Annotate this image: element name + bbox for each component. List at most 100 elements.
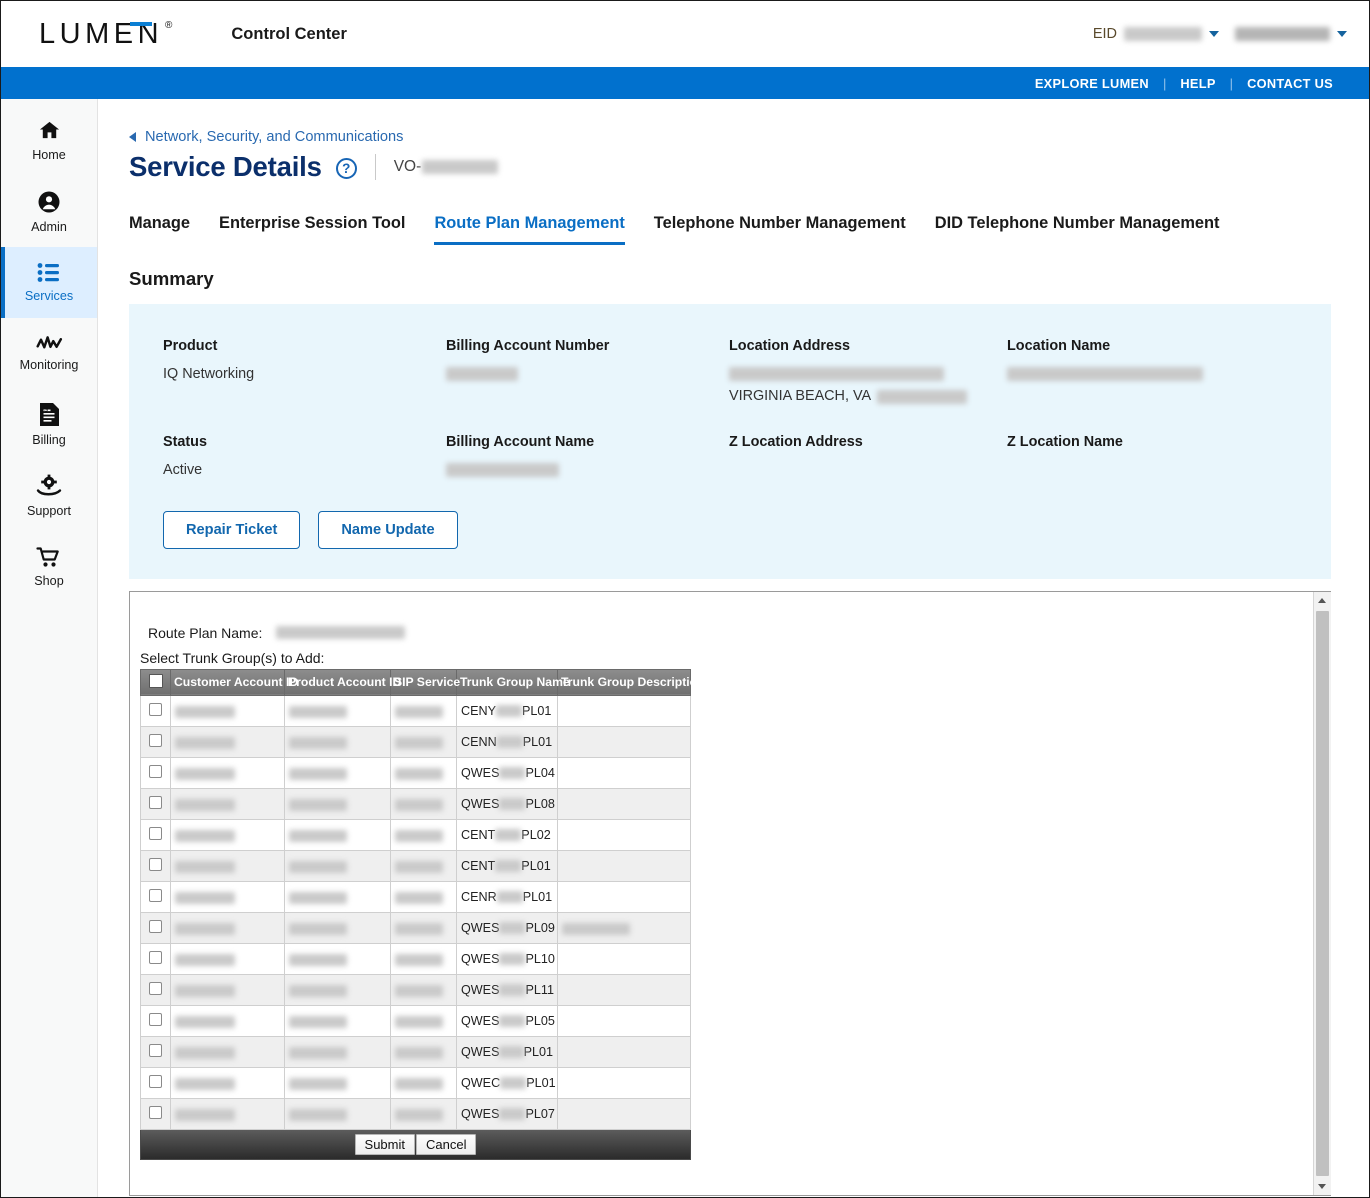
- row-checkbox[interactable]: [149, 1105, 162, 1119]
- row-checkbox[interactable]: [149, 857, 162, 871]
- frame-scrollbar[interactable]: [1313, 591, 1331, 1195]
- nav-explore-lumen[interactable]: EXPLORE LUMEN: [1021, 76, 1163, 91]
- row-checkbox-cell[interactable]: [140, 849, 171, 882]
- table-row[interactable]: 78768241 LNXB8481 838867G2 QWEC1146PL01: [140, 1066, 691, 1099]
- row-checkbox[interactable]: [149, 795, 162, 809]
- field-label: Z Location Address: [729, 433, 863, 450]
- table-row[interactable]: 78768241 NQXH5388 838867G2 QWES1146PL09 colu…: [140, 911, 691, 944]
- top-header: LUMEN ® Control Center EID 1111762722 th…: [1, 1, 1369, 67]
- row-checkbox-cell[interactable]: [140, 973, 171, 1006]
- table-row[interactable]: 78768241 NQXH5382 838867G2 QWES1146PL04: [140, 756, 691, 789]
- row-checkbox[interactable]: [149, 1074, 162, 1088]
- row-checkbox[interactable]: [149, 1012, 162, 1026]
- sidebar-item-monitoring[interactable]: Monitoring: [1, 318, 97, 389]
- cell-customer-account-id: 78768241: [170, 942, 285, 975]
- scroll-down-button[interactable]: [1313, 1177, 1331, 1195]
- question-mark-icon[interactable]: ?: [335, 158, 357, 179]
- cell-sip-service: 838867G2: [390, 1097, 457, 1130]
- cell-product-account-id: NQXH5387: [284, 942, 391, 975]
- row-checkbox-cell[interactable]: [140, 787, 171, 820]
- row-checkbox-cell[interactable]: [140, 1097, 171, 1130]
- nav-contact-us[interactable]: CONTACT US: [1233, 76, 1347, 91]
- column-header-trunk-group-description[interactable]: Trunk Group Description: [557, 668, 705, 696]
- row-checkbox[interactable]: [149, 826, 162, 840]
- cell-customer-account-id-value: 78768241: [175, 798, 235, 811]
- cell-sip-service: 838867G2: [390, 787, 457, 820]
- submit-button[interactable]: Submit: [354, 1133, 415, 1155]
- select-all-checkbox[interactable]: [148, 673, 163, 688]
- row-checkbox[interactable]: [149, 733, 162, 747]
- route-plan-name-value: TRTE_QVHDWNUPL01: [276, 626, 406, 640]
- scrollbar-thumb[interactable]: [1315, 610, 1329, 1176]
- row-checkbox-cell[interactable]: [140, 1035, 171, 1068]
- lumen-logo[interactable]: LUMEN ®: [39, 18, 172, 51]
- column-header-trunk-group-name[interactable]: Trunk Group Name: [456, 668, 570, 696]
- summary-panel: Product IQ Networking Billing Account Nu…: [129, 304, 1331, 579]
- cell-trunk-group-name: QWES1146PL11: [456, 973, 558, 1006]
- cell-trunk-group-description: [557, 694, 691, 727]
- row-checkbox[interactable]: [149, 981, 162, 995]
- table-row[interactable]: 78768241 LNNB6827 838867G2 CENT221PL02: [140, 818, 691, 851]
- row-checkbox[interactable]: [149, 702, 162, 716]
- nav-separator: |: [1162, 75, 1167, 91]
- row-checkbox-cell[interactable]: [140, 1004, 171, 1037]
- column-header-customer-account-id[interactable]: Customer Account ID: [170, 668, 298, 696]
- table-row[interactable]: 78768241 LNXB2091 838867G2 QWES1146PL11: [140, 973, 691, 1006]
- row-checkbox-cell[interactable]: [140, 1066, 171, 1099]
- trunk-group-prefix: CENY: [461, 703, 496, 718]
- table-row[interactable]: 78768241 NQXH5273 838867G2 QWES1146PL07: [140, 1097, 691, 1130]
- trunk-group-mid: 1146: [499, 1107, 526, 1120]
- tab-did-telephone-number-management[interactable]: DID Telephone Number Management: [935, 214, 1220, 245]
- row-checkbox-cell[interactable]: [140, 725, 171, 758]
- tab-route-plan-management[interactable]: Route Plan Management: [434, 214, 625, 245]
- select-all-header[interactable]: [140, 668, 171, 696]
- table-row[interactable]: 78768241 NQXH5275 838867G2 QWES1146PL05: [140, 1004, 691, 1037]
- row-checkbox[interactable]: [149, 950, 162, 964]
- sidebar-item-admin[interactable]: Admin: [1, 176, 97, 247]
- chevron-down-icon[interactable]: [1337, 31, 1347, 37]
- sidebar-item-home[interactable]: Home: [1, 105, 97, 176]
- row-checkbox-cell[interactable]: [140, 880, 171, 913]
- table-row[interactable]: 78768241 NGYAHT38 838867G2 CENT4401PL01: [140, 849, 691, 882]
- table-row[interactable]: 78768241 NNXB7774 838867G2 CENN5520PL01: [140, 725, 691, 758]
- eid-selector[interactable]: EID 1111762722: [1093, 26, 1219, 42]
- table-row[interactable]: 78768241 LNXB8481 838867G2 QWES114PL01: [140, 1035, 691, 1068]
- account-selector[interactable]: thatfinancialdd: [1235, 27, 1347, 41]
- sidebar-item-services[interactable]: Services: [1, 247, 97, 318]
- row-checkbox-cell[interactable]: [140, 756, 171, 789]
- scrollbar-track[interactable]: [1313, 608, 1331, 1178]
- table-row[interactable]: 78768241 NQXH5386 838867G2 QWES1146PL08: [140, 787, 691, 820]
- nav-help[interactable]: HELP: [1166, 76, 1229, 91]
- row-checkbox[interactable]: [149, 1043, 162, 1057]
- scroll-up-button[interactable]: [1313, 591, 1331, 609]
- trunk-group-prefix: CENR: [461, 889, 497, 904]
- sidebar-item-shop[interactable]: Shop: [1, 531, 97, 602]
- sidebar-item-support[interactable]: Support: [1, 460, 97, 531]
- name-update-button[interactable]: Name Update: [318, 510, 458, 549]
- row-checkbox-cell[interactable]: [140, 911, 171, 944]
- cell-customer-account-id-value: 78768241: [175, 705, 235, 718]
- row-checkbox-cell[interactable]: [140, 818, 171, 851]
- cell-sip-service: 838867G2: [390, 756, 457, 789]
- tab-manage[interactable]: Manage: [129, 214, 190, 245]
- table-row[interactable]: 78768241 NNXB7771 838867G2 CENY4411PL01: [140, 694, 691, 727]
- sidebar-item-billing[interactable]: $ Billing: [1, 389, 97, 460]
- column-header-product-account-id[interactable]: Product Account ID: [284, 668, 401, 696]
- cell-trunk-group-description: [557, 818, 691, 851]
- row-checkbox[interactable]: [149, 764, 162, 778]
- chevron-down-icon[interactable]: [1209, 31, 1219, 37]
- cell-product-account-id: NQXH5273: [284, 1097, 391, 1130]
- row-checkbox-cell[interactable]: [140, 942, 171, 975]
- row-checkbox-cell[interactable]: [140, 694, 171, 727]
- breadcrumb[interactable]: Network, Security, and Communications: [129, 129, 1331, 145]
- tab-enterprise-session-tool[interactable]: Enterprise Session Tool: [219, 214, 405, 245]
- table-row[interactable]: 78768241 NQXH5387 838867G2 QWES1146PL10: [140, 942, 691, 975]
- row-checkbox[interactable]: [149, 888, 162, 902]
- column-header-sip-service[interactable]: SIP Service: [390, 668, 460, 696]
- table-row[interactable]: 78768241 NNXB7773 838867G2 CENR2213PL01: [140, 880, 691, 913]
- header-right-group: EID 1111762722 thatfinancialdd: [1093, 26, 1347, 42]
- row-checkbox[interactable]: [149, 919, 162, 933]
- repair-ticket-button[interactable]: Repair Ticket: [163, 510, 301, 549]
- tab-telephone-number-management[interactable]: Telephone Number Management: [654, 214, 906, 245]
- cancel-button[interactable]: Cancel: [416, 1133, 477, 1155]
